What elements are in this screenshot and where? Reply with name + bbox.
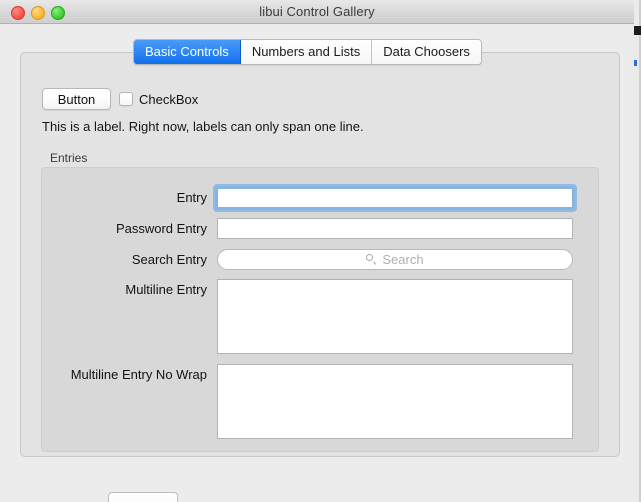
tab-bar: Basic Controls Numbers and Lists Data Ch…: [133, 39, 482, 65]
tab-data-choosers[interactable]: Data Choosers: [372, 40, 481, 64]
title-bar[interactable]: libui Control Gallery: [0, 0, 634, 24]
multiline-entry-no-wrap-input[interactable]: [217, 364, 573, 439]
checkbox-label: CheckBox: [139, 91, 199, 107]
row-search-entry: Search Entry Search: [50, 249, 575, 270]
row-multiline-entry-no-wrap: Multiline Entry No Wrap: [50, 364, 575, 439]
row-multiline-entry: Multiline Entry: [50, 279, 575, 354]
multiline-entry-label: Multiline Entry: [125, 282, 207, 297]
search-entry-input[interactable]: Search: [217, 249, 573, 270]
search-inner: Search: [366, 252, 424, 267]
background-window-blue-mark: [634, 60, 637, 66]
password-entry-label: Password Entry: [115, 221, 207, 236]
button-control[interactable]: Button: [42, 88, 111, 110]
window-title: libui Control Gallery: [259, 4, 375, 19]
bottom-cutoff-button[interactable]: [108, 492, 178, 502]
tab-numbers-and-lists[interactable]: Numbers and Lists: [240, 40, 373, 64]
background-window-strip: [634, 0, 641, 502]
tab-basic-controls[interactable]: Basic Controls: [134, 40, 241, 64]
checkbox-box-icon[interactable]: [119, 92, 133, 106]
search-placeholder: Search: [382, 252, 424, 267]
static-label: This is a label. Right now, labels can o…: [42, 119, 364, 134]
row-entry: Entry: [50, 186, 575, 210]
search-entry-label: Search Entry: [131, 252, 207, 267]
password-entry-input[interactable]: [217, 218, 573, 239]
main-window: libui Control Gallery Basic Controls Num…: [0, 0, 634, 502]
entry-label: Entry: [176, 190, 207, 205]
multiline-entry-input[interactable]: [217, 279, 573, 354]
entries-group-title: Entries: [50, 151, 88, 165]
row-password-entry: Password Entry: [50, 218, 575, 239]
multiline-entry-no-wrap-label: Multiline Entry No Wrap: [70, 367, 207, 382]
search-icon: [366, 254, 377, 266]
entry-input[interactable]: [215, 186, 575, 210]
checkbox-control[interactable]: CheckBox: [119, 89, 198, 109]
background-window-dark-band: [634, 26, 641, 35]
